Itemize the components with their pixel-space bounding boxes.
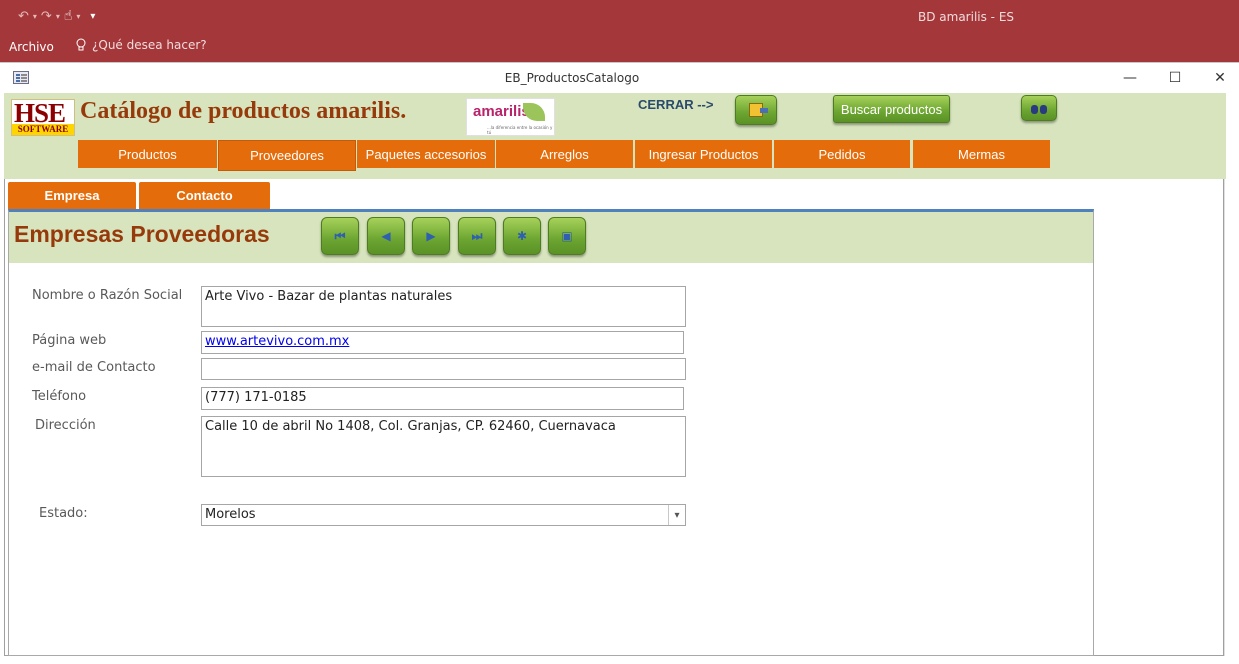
tab-pedidos[interactable]: Pedidos <box>774 140 910 168</box>
touch-mode-dropdown-icon[interactable]: ▾ <box>76 12 80 21</box>
email-field[interactable] <box>201 358 686 380</box>
chevron-down-icon[interactable]: ▾ <box>668 505 685 525</box>
close-window-button[interactable]: ✕ <box>1211 69 1229 87</box>
tab-empresa[interactable]: Empresa <box>8 182 136 209</box>
binoculars-icon <box>1031 102 1047 115</box>
close-form-button[interactable] <box>735 95 777 125</box>
email-label: e-mail de Contacto <box>32 360 156 375</box>
file-menu[interactable]: Archivo <box>9 40 54 54</box>
amarilis-logo: amarilis ...la diferencia entre la ocasi… <box>466 98 555 136</box>
first-record-icon: ⏮ <box>334 228 346 243</box>
touch-mode-icon[interactable]: ☝ <box>64 8 73 24</box>
estado-label: Estado: <box>39 506 88 521</box>
hse-software-logo: HSE SOFTWARE <box>11 98 75 136</box>
tab-ingresar-productos[interactable]: Ingresar Productos <box>635 140 772 168</box>
tab-contacto[interactable]: Contacto <box>139 182 270 209</box>
redo-dropdown-icon[interactable]: ▾ <box>56 12 60 21</box>
direccion-label: Dirección <box>35 418 96 433</box>
new-record-icon: ✱ <box>516 229 528 243</box>
web-label: Página web <box>32 333 107 348</box>
tab-paquetes-accesorios[interactable]: Paquetes accesorios <box>357 140 495 168</box>
direccion-field[interactable]: Calle 10 de abril No 1408, Col. Granjas,… <box>201 416 686 477</box>
lightbulb-icon <box>76 38 86 51</box>
last-record-button[interactable]: ⏭ <box>458 217 496 255</box>
redo-icon[interactable]: ↷ <box>41 9 52 24</box>
new-record-button[interactable]: ✱ <box>503 217 541 255</box>
first-record-button[interactable]: ⏮ <box>321 217 359 255</box>
save-record-button[interactable]: ▣ <box>548 217 586 255</box>
tell-me-text: ¿Qué desea hacer? <box>92 38 207 52</box>
close-label: CERRAR --> <box>638 97 714 112</box>
undo-icon[interactable]: ↶ <box>18 9 29 24</box>
customize-toolbar-icon[interactable]: ▾ <box>90 11 95 22</box>
tab-proveedores[interactable]: Proveedores <box>218 140 356 171</box>
maximize-button[interactable]: ☐ <box>1166 69 1184 87</box>
tab-mermas[interactable]: Mermas <box>913 140 1050 168</box>
tab-arreglos[interactable]: Arreglos <box>496 140 633 168</box>
quick-access-toolbar: ↶ ▾ ↷ ▾ ☝ ▾ ▾ <box>18 6 95 26</box>
razon-social-label: Nombre o Razón Social <box>32 288 183 303</box>
search-products-button[interactable]: Buscar productos <box>833 95 950 123</box>
telefono-field[interactable]: (777) 171-0185 <box>201 387 684 410</box>
razon-social-field[interactable]: Arte Vivo - Bazar de plantas naturales <box>201 286 686 327</box>
next-record-icon: ▶ <box>426 229 436 243</box>
web-field[interactable]: www.artevivo.com.mx <box>201 331 684 354</box>
last-record-icon: ⏭ <box>471 228 483 243</box>
exit-door-icon <box>749 103 768 117</box>
find-button[interactable] <box>1021 95 1057 121</box>
form-titlebar: EB_ProductosCatalogo — ☐ ✕ <box>0 63 1239 93</box>
panel-header: Empresas Proveedoras ⏮ ◀ ▶ ⏭ ✱ ▣ <box>9 212 1093 263</box>
form-title: EB_ProductosCatalogo <box>504 71 640 85</box>
undo-dropdown-icon[interactable]: ▾ <box>33 12 37 21</box>
app-titlebar: ↶ ▾ ↷ ▾ ☝ ▾ ▾ BD amarilis - ES Archivo ¿… <box>0 0 1239 62</box>
tab-productos[interactable]: Productos <box>78 140 217 168</box>
estado-select[interactable]: Morelos ▾ <box>201 504 686 526</box>
app-title: BD amarilis - ES <box>918 10 1015 24</box>
vertical-scrollbar[interactable] <box>1224 179 1238 656</box>
catalog-title: Catálogo de productos amarilis. <box>80 98 407 124</box>
panel-title: Empresas Proveedoras <box>14 221 270 247</box>
next-record-button[interactable]: ▶ <box>412 217 450 255</box>
minimize-button[interactable]: — <box>1121 69 1139 87</box>
previous-record-button[interactable]: ◀ <box>367 217 405 255</box>
telefono-label: Teléfono <box>32 389 87 404</box>
estado-value: Morelos <box>205 507 256 522</box>
form-window: EB_ProductosCatalogo — ☐ ✕ HSE SOFTWARE … <box>0 62 1239 664</box>
save-record-icon: ▣ <box>561 229 573 243</box>
previous-record-icon: ◀ <box>381 229 391 243</box>
tell-me-box[interactable]: ¿Qué desea hacer? <box>76 38 207 52</box>
